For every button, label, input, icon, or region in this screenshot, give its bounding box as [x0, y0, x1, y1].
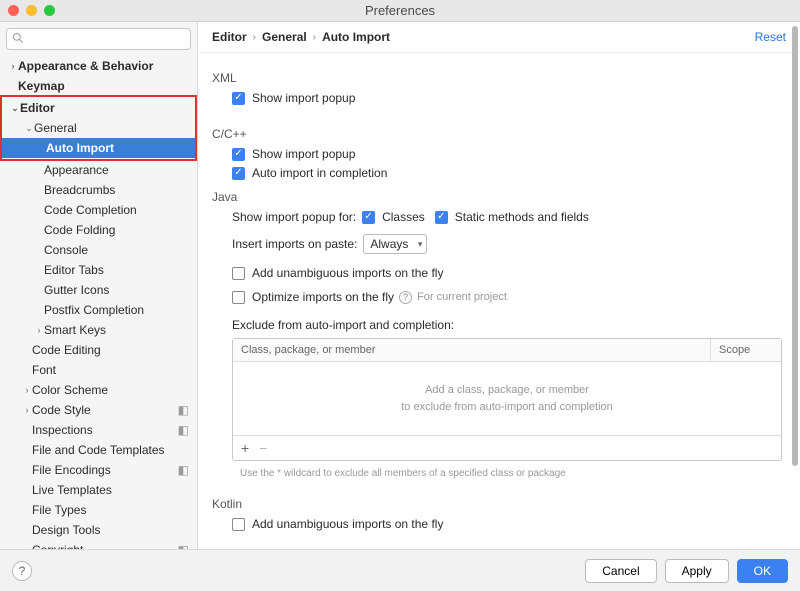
tree-item-keymap[interactable]: Keymap	[0, 76, 197, 96]
help-icon[interactable]: ?	[399, 291, 412, 304]
select-insert-imports-on-paste[interactable]: Always	[363, 234, 427, 254]
tree-item-code-completion[interactable]: Code Completion	[0, 200, 197, 220]
label-exclude: Exclude from auto-import and completion:	[232, 318, 454, 332]
tree-item-live-templates[interactable]: Live Templates	[0, 480, 197, 500]
help-button[interactable]: ?	[12, 561, 32, 581]
chevron-right-icon: ›	[313, 32, 316, 43]
tree-item-auto-import[interactable]: Auto Import	[2, 138, 195, 158]
project-badge-icon: ◧	[178, 543, 189, 549]
footer: ? Cancel Apply OK	[0, 549, 800, 591]
scrollbar[interactable]	[792, 26, 799, 545]
column-class[interactable]: Class, package, or member	[233, 339, 711, 361]
label-auto-import-completion: Auto import in completion	[252, 166, 387, 180]
label-add-unambiguous: Add unambiguous imports on the fly	[252, 266, 443, 280]
tree-item-smart-keys[interactable]: ›Smart Keys	[0, 320, 197, 340]
section-java: Java	[212, 190, 782, 204]
tree-item-postfix-completion[interactable]: Postfix Completion	[0, 300, 197, 320]
breadcrumb-editor[interactable]: Editor	[212, 30, 247, 44]
tree-item-design-tools[interactable]: Design Tools	[0, 520, 197, 540]
section-xml: XML	[212, 71, 782, 85]
tree-item-code-folding[interactable]: Code Folding	[0, 220, 197, 240]
tree-item-file-encodings[interactable]: File Encodings◧	[0, 460, 197, 480]
section-ccpp: C/C++	[212, 127, 782, 141]
wildcard-hint: Use the * wildcard to exclude all member…	[232, 461, 782, 481]
content-pane: Editor › General › Auto Import Reset XML…	[198, 22, 800, 549]
remove-button[interactable]: −	[259, 440, 267, 456]
label-add-unambiguous: Add unambiguous imports on the fly	[252, 517, 443, 531]
content-scroll[interactable]: XML Show import popup C/C++ Show import …	[198, 53, 800, 549]
checkbox-ccpp-show-import-popup[interactable]	[232, 148, 245, 161]
breadcrumb-auto-import: Auto Import	[322, 30, 390, 44]
column-scope[interactable]: Scope	[711, 339, 781, 361]
tree-item-font[interactable]: Font	[0, 360, 197, 380]
checkbox-xml-show-import-popup[interactable]	[232, 92, 245, 105]
tree-item-file-types[interactable]: File Types	[0, 500, 197, 520]
checkbox-ccpp-auto-import-completion[interactable]	[232, 167, 245, 180]
titlebar: Preferences	[0, 0, 800, 22]
tree-item-code-style[interactable]: ›Code Style◧	[0, 400, 197, 420]
tree-item-file-code-templates[interactable]: File and Code Templates	[0, 440, 197, 460]
label-show-import-popup-for: Show import popup for:	[232, 210, 356, 224]
checkbox-java-static-methods[interactable]	[435, 211, 448, 224]
label-show-import-popup: Show import popup	[252, 91, 355, 105]
tree-item-breadcrumbs[interactable]: Breadcrumbs	[0, 180, 197, 200]
tree-item-editor[interactable]: ⌄Editor	[2, 98, 195, 118]
exclude-empty-state: Add a class, package, or member to exclu…	[233, 362, 781, 435]
tree-item-appearance[interactable]: Appearance	[0, 160, 197, 180]
cancel-button[interactable]: Cancel	[585, 559, 656, 583]
hint-for-current-project: For current project	[417, 291, 507, 303]
reset-link[interactable]: Reset	[755, 30, 786, 44]
content-header: Editor › General › Auto Import Reset	[198, 22, 800, 53]
tree-item-editor-tabs[interactable]: Editor Tabs	[0, 260, 197, 280]
project-badge-icon: ◧	[178, 423, 189, 437]
label-classes: Classes	[382, 210, 425, 224]
settings-tree: ›Appearance & Behavior Keymap ⌄Editor ⌄G…	[0, 56, 197, 549]
ok-button[interactable]: OK	[737, 559, 788, 583]
window-title: Preferences	[0, 3, 800, 18]
sidebar: ›Appearance & Behavior Keymap ⌄Editor ⌄G…	[0, 22, 198, 549]
tree-item-code-editing[interactable]: Code Editing	[0, 340, 197, 360]
label-optimize-imports: Optimize imports on the fly	[252, 290, 394, 304]
exclude-table: Class, package, or member Scope Add a cl…	[232, 338, 782, 461]
checkbox-java-optimize-imports[interactable]	[232, 291, 245, 304]
search-input[interactable]	[6, 28, 191, 50]
tree-item-gutter-icons[interactable]: Gutter Icons	[0, 280, 197, 300]
add-button[interactable]: +	[241, 440, 249, 456]
project-badge-icon: ◧	[178, 463, 189, 477]
label-static-methods: Static methods and fields	[455, 210, 589, 224]
tree-item-console[interactable]: Console	[0, 240, 197, 260]
highlight-box: ⌄Editor ⌄General Auto Import	[0, 95, 197, 161]
tree-item-inspections[interactable]: Inspections◧	[0, 420, 197, 440]
label-insert-imports-on-paste: Insert imports on paste:	[232, 237, 357, 251]
project-badge-icon: ◧	[178, 403, 189, 417]
checkbox-java-add-unambiguous[interactable]	[232, 267, 245, 280]
search-icon	[12, 32, 24, 44]
apply-button[interactable]: Apply	[665, 559, 729, 583]
section-kotlin: Kotlin	[212, 497, 782, 511]
chevron-right-icon: ›	[253, 32, 256, 43]
tree-item-appearance-behavior[interactable]: ›Appearance & Behavior	[0, 56, 197, 76]
tree-item-copyright[interactable]: ›Copyright◧	[0, 540, 197, 549]
tree-item-color-scheme[interactable]: ›Color Scheme	[0, 380, 197, 400]
label-show-import-popup: Show import popup	[252, 147, 355, 161]
breadcrumb-general[interactable]: General	[262, 30, 307, 44]
checkbox-kotlin-add-unambiguous[interactable]	[232, 518, 245, 531]
checkbox-java-classes[interactable]	[362, 211, 375, 224]
tree-item-general[interactable]: ⌄General	[2, 118, 195, 138]
